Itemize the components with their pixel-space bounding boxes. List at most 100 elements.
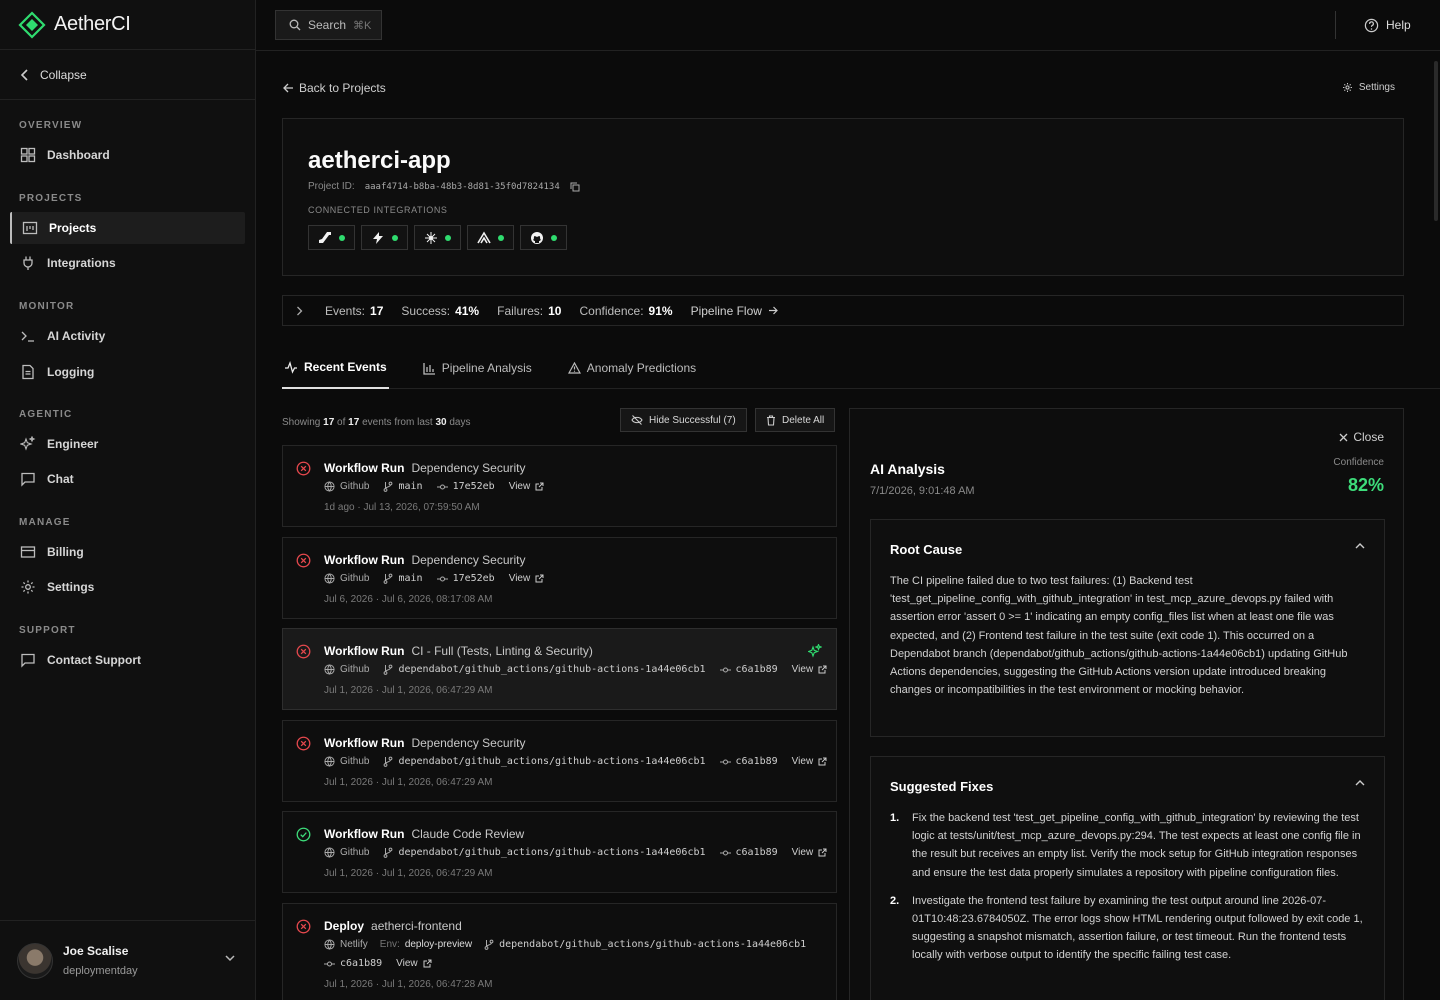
fix-item: 1. Fix the backend test 'test_get_pipeli… bbox=[890, 809, 1368, 882]
copy-icon[interactable] bbox=[570, 182, 580, 192]
sidebar-item-engineer[interactable]: Engineer bbox=[10, 428, 245, 460]
trash-icon bbox=[767, 414, 775, 426]
provider-name: Github bbox=[340, 664, 370, 675]
stat-value: 91% bbox=[648, 303, 673, 318]
view-link[interactable]: View bbox=[792, 756, 828, 767]
project-settings-button[interactable]: Settings bbox=[1342, 82, 1395, 93]
event-row[interactable]: Deploy aetherci-frontend Netlify Env: depl… bbox=[282, 903, 837, 1000]
tab-recent-events[interactable]: Recent Events bbox=[282, 347, 389, 389]
integration-bolt[interactable] bbox=[361, 225, 408, 250]
globe-icon bbox=[324, 756, 335, 767]
root-cause-text: The CI pipeline failed due to two test f… bbox=[890, 575, 1348, 697]
event-relative-time: Jul 1, 2026 bbox=[324, 979, 373, 990]
sidebar-item-label: Contact Support bbox=[47, 653, 141, 667]
integration-spark[interactable] bbox=[414, 225, 461, 250]
chevron-up-icon[interactable] bbox=[1355, 542, 1365, 549]
sidebar-item-logging[interactable]: Logging bbox=[10, 356, 245, 388]
plug-icon bbox=[23, 256, 33, 270]
dashboard-icon bbox=[20, 147, 36, 163]
ai-sparkle-icon[interactable] bbox=[808, 644, 822, 658]
failed-status-icon bbox=[296, 644, 311, 659]
view-label: View bbox=[396, 958, 418, 969]
event-row[interactable]: Workflow Run Dependency Security Github d… bbox=[282, 720, 837, 802]
event-row[interactable]: Workflow Run Claude Code Review Github de… bbox=[282, 811, 837, 893]
provider-name: Github bbox=[340, 756, 370, 767]
failed-status-icon bbox=[296, 736, 311, 751]
commit-hash: c6a1b89 bbox=[735, 664, 778, 675]
showing-count: Showing 17 of 17 events from last 30 day… bbox=[282, 417, 470, 428]
search-shortcut: ⌘K bbox=[353, 19, 372, 32]
project-id-label: Project ID: bbox=[308, 181, 355, 192]
stat-label: Events: bbox=[325, 303, 366, 318]
chevron-up-icon[interactable] bbox=[1355, 779, 1365, 786]
search-button[interactable]: Search ⌘K bbox=[275, 10, 382, 40]
view-link[interactable]: View bbox=[396, 958, 432, 969]
back-to-projects-link[interactable]: Back to Projects bbox=[283, 81, 386, 95]
close-button[interactable]: Close bbox=[1339, 430, 1384, 444]
showing-number: 30 bbox=[435, 417, 447, 428]
fix-item: 2. Investigate the frontend test failure… bbox=[890, 892, 1368, 965]
event-commit-row: c6a1b89 View bbox=[324, 958, 432, 969]
stat-success: Success: 41% bbox=[401, 304, 479, 318]
branch-name: dependabot/github_actions/github-actions… bbox=[499, 939, 807, 950]
event-branch: main bbox=[383, 481, 423, 492]
close-label: Close bbox=[1353, 430, 1384, 444]
event-provider: Github bbox=[324, 664, 369, 675]
help-button[interactable]: Help bbox=[1335, 11, 1440, 39]
event-row[interactable]: Workflow Run Dependency Security Github m… bbox=[282, 445, 837, 527]
tab-pipeline-analysis[interactable]: Pipeline Analysis bbox=[421, 347, 534, 389]
git-commit-icon bbox=[436, 484, 448, 489]
sidebar-item-integrations[interactable]: Integrations bbox=[10, 247, 245, 279]
pipeline-flow-link[interactable]: Pipeline Flow bbox=[691, 304, 778, 318]
status-dot bbox=[392, 234, 398, 241]
stat-label: Failures: bbox=[497, 303, 544, 318]
tab-anomaly-predictions[interactable]: Anomaly Predictions bbox=[566, 347, 698, 389]
view-link[interactable]: View bbox=[509, 573, 545, 584]
git-commit-icon bbox=[324, 961, 335, 966]
view-link[interactable]: View bbox=[792, 664, 828, 675]
ai-analysis-date: 7/1/2026, 9:01:48 AM bbox=[870, 485, 975, 497]
card-icon bbox=[20, 546, 36, 558]
sidebar-item-settings[interactable]: Settings bbox=[10, 571, 245, 603]
diamond-logo-icon bbox=[18, 10, 46, 39]
hide-successful-button[interactable]: Hide Successful (7) bbox=[620, 408, 747, 432]
event-branch: dependabot/github_actions/github-actions… bbox=[383, 756, 706, 767]
event-branch: main bbox=[383, 573, 423, 584]
brand[interactable]: AetherCI bbox=[0, 0, 255, 50]
integration-sentry[interactable] bbox=[467, 225, 514, 250]
nav-section-monitor: MONITOR AI Activity Logging bbox=[0, 298, 255, 388]
branch-name: dependabot/github_actions/github-actions… bbox=[398, 756, 706, 767]
integration-azure-devops[interactable] bbox=[308, 225, 355, 250]
delete-all-label: Delete All bbox=[782, 414, 825, 426]
success-status-icon bbox=[296, 827, 311, 842]
event-row[interactable]: Workflow Run Dependency Security Github m… bbox=[282, 537, 837, 619]
event-relative-time: Jul 1, 2026 bbox=[324, 868, 373, 879]
sidebar-item-chat[interactable]: Chat bbox=[10, 463, 245, 495]
sidebar-item-contact-support[interactable]: Contact Support bbox=[10, 644, 245, 676]
event-row-selected[interactable]: Workflow Run CI - Full (Tests, Linting & … bbox=[282, 628, 837, 710]
scrollbar[interactable] bbox=[1434, 61, 1438, 221]
event-branch: dependabot/github_actions/github-actions… bbox=[484, 939, 806, 950]
sidebar-item-dashboard[interactable]: Dashboard bbox=[10, 139, 245, 171]
view-link[interactable]: View bbox=[792, 847, 828, 858]
failed-status-icon bbox=[296, 919, 311, 934]
suggested-fixes-title: Suggested Fixes bbox=[890, 779, 994, 794]
user-menu[interactable]: Joe Scalise deploymentday bbox=[0, 920, 255, 1000]
chevron-right-icon[interactable] bbox=[296, 306, 303, 316]
avatar bbox=[17, 942, 53, 979]
nav-heading: OVERVIEW bbox=[19, 119, 83, 131]
sidebar-item-ai-activity[interactable]: AI Activity bbox=[10, 320, 245, 352]
view-link[interactable]: View bbox=[509, 481, 545, 492]
integration-github[interactable] bbox=[520, 225, 567, 250]
stat-events: Events: 17 bbox=[325, 304, 383, 318]
collapse-button[interactable]: Collapse bbox=[0, 50, 255, 100]
fix-text: Investigate the frontend test failure by… bbox=[912, 894, 1363, 962]
sidebar-item-billing[interactable]: Billing bbox=[10, 536, 245, 568]
sidebar-item-projects[interactable]: Projects bbox=[10, 212, 245, 244]
event-provider: Github bbox=[324, 573, 369, 584]
tab-label: Pipeline Analysis bbox=[441, 361, 532, 375]
help-label: Help bbox=[1386, 18, 1411, 32]
delete-all-button[interactable]: Delete All bbox=[755, 408, 836, 432]
event-time: Jul 1, 2026 · Jul 1, 2026, 06:47:29 AM bbox=[324, 868, 493, 879]
sidebar-item-label: Engineer bbox=[47, 437, 99, 451]
